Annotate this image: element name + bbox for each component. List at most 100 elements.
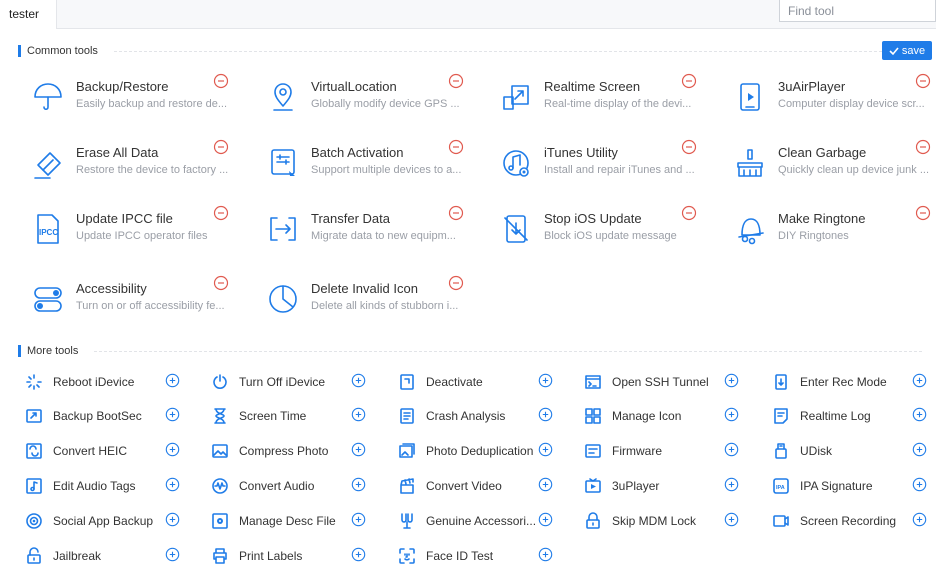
add-icon[interactable] <box>165 547 180 562</box>
more-tool-item[interactable]: Convert Video <box>398 476 580 496</box>
add-icon[interactable] <box>724 407 739 422</box>
remove-icon[interactable] <box>213 275 229 291</box>
add-icon[interactable] <box>724 373 739 388</box>
common-tool-item[interactable]: Transfer Data Migrate data to new equipm.… <box>265 205 495 261</box>
add-icon[interactable] <box>538 373 553 388</box>
more-tool-item[interactable]: IPA IPA Signature <box>772 476 936 496</box>
save-button[interactable]: save <box>882 41 932 60</box>
tab-tester[interactable]: tester <box>0 0 57 29</box>
more-tool-item[interactable]: Compress Photo <box>211 441 393 461</box>
more-tool-item[interactable]: Convert Audio <box>211 476 393 496</box>
add-icon[interactable] <box>538 512 553 527</box>
add-icon[interactable] <box>351 407 366 422</box>
tool-description: DIY Ringtones <box>778 230 849 242</box>
more-tool-item[interactable]: UDisk <box>772 441 936 461</box>
more-tool-item[interactable]: Convert HEIC <box>25 441 207 461</box>
more-tool-item[interactable]: Enter Rec Mode <box>772 372 936 392</box>
remove-icon[interactable] <box>915 139 931 155</box>
remove-icon[interactable] <box>448 205 464 221</box>
more-tool-item[interactable]: Turn Off iDevice <box>211 372 393 392</box>
more-tool-item[interactable]: Skip MDM Lock <box>584 511 766 531</box>
tool-name: Screen Time <box>239 409 307 423</box>
more-tool-item[interactable]: Backup BootSec <box>25 406 207 426</box>
add-icon[interactable] <box>165 373 180 388</box>
more-tool-item[interactable]: Face ID Test <box>398 546 580 566</box>
more-tool-item[interactable]: Social App Backup <box>25 511 207 531</box>
remove-icon[interactable] <box>448 73 464 89</box>
more-tool-item[interactable]: Screen Time <box>211 406 393 426</box>
add-icon[interactable] <box>538 547 553 562</box>
bootsec-icon <box>25 407 43 425</box>
common-tool-item[interactable]: Erase All Data Restore the device to fact… <box>30 139 260 195</box>
tool-name: 3uAirPlayer <box>778 79 846 94</box>
add-icon[interactable] <box>724 512 739 527</box>
add-icon[interactable] <box>912 477 927 492</box>
more-tool-item[interactable]: Realtime Log <box>772 406 936 426</box>
common-tool-item[interactable]: VirtualLocation Globally modify device GP… <box>265 73 495 129</box>
add-icon[interactable] <box>351 477 366 492</box>
remove-icon[interactable] <box>448 275 464 291</box>
more-tool-item[interactable]: Jailbreak <box>25 546 207 566</box>
add-icon[interactable] <box>165 407 180 422</box>
more-tool-item[interactable]: Manage Icon <box>584 406 766 426</box>
add-icon[interactable] <box>724 477 739 492</box>
tool-description: Block iOS update message <box>544 230 677 242</box>
itunes-icon <box>498 145 534 181</box>
add-icon[interactable] <box>351 512 366 527</box>
umbrella-icon <box>30 79 66 115</box>
remove-icon[interactable] <box>448 139 464 155</box>
remove-icon[interactable] <box>213 73 229 89</box>
add-icon[interactable] <box>912 373 927 388</box>
common-tool-item[interactable]: Delete Invalid Icon Delete all kinds of s… <box>265 275 495 331</box>
remove-icon[interactable] <box>213 139 229 155</box>
more-tool-item[interactable]: Photo Deduplication <box>398 441 580 461</box>
common-tool-item[interactable]: IPCC Update IPCC file Update IPCC operator… <box>30 205 260 261</box>
tool-name: Backup BootSec <box>53 409 142 423</box>
common-tool-item[interactable]: 3uAirPlayer Computer display device scr..… <box>732 73 936 129</box>
more-tool-item[interactable]: Crash Analysis <box>398 406 580 426</box>
more-tool-item[interactable]: Deactivate <box>398 372 580 392</box>
more-tool-item[interactable]: 3uPlayer <box>584 476 766 496</box>
add-icon[interactable] <box>351 373 366 388</box>
common-tool-item[interactable]: Batch Activation Support multiple devices… <box>265 139 495 195</box>
more-tool-item[interactable]: Print Labels <box>211 546 393 566</box>
tool-name: Convert HEIC <box>53 444 128 458</box>
add-icon[interactable] <box>351 442 366 457</box>
common-tool-item[interactable]: Make Ringtone DIY Ringtones <box>732 205 936 261</box>
more-tool-item[interactable]: Firmware <box>584 441 766 461</box>
eraser-icon <box>30 145 66 181</box>
common-tool-item[interactable]: Stop iOS Update Block iOS update message <box>498 205 728 261</box>
add-icon[interactable] <box>912 512 927 527</box>
tool-name: Accessibility <box>76 281 147 296</box>
more-tool-item[interactable]: Genuine Accessori... <box>398 511 580 531</box>
add-icon[interactable] <box>724 442 739 457</box>
add-icon[interactable] <box>351 547 366 562</box>
add-icon[interactable] <box>165 477 180 492</box>
remove-icon[interactable] <box>681 205 697 221</box>
more-tool-item[interactable]: Screen Recording <box>772 511 936 531</box>
common-tool-item[interactable]: Accessibility Turn on or off accessibilit… <box>30 275 260 331</box>
remove-icon[interactable] <box>681 139 697 155</box>
add-icon[interactable] <box>538 477 553 492</box>
common-tool-item[interactable]: iTunes Utility Install and repair iTunes … <box>498 139 728 195</box>
more-tool-item[interactable]: Reboot iDevice <box>25 372 207 392</box>
common-tool-item[interactable]: Clean Garbage Quickly clean up device jun… <box>732 139 936 195</box>
add-icon[interactable] <box>538 442 553 457</box>
power-icon <box>211 373 229 391</box>
add-icon[interactable] <box>912 442 927 457</box>
add-icon[interactable] <box>165 442 180 457</box>
common-tool-item[interactable]: Backup/Restore Easily backup and restore … <box>30 73 260 129</box>
remove-icon[interactable] <box>915 205 931 221</box>
tool-name: Compress Photo <box>239 444 329 458</box>
more-tool-item[interactable]: Open SSH Tunnel <box>584 372 766 392</box>
common-tool-item[interactable]: Realtime Screen Real-time display of the … <box>498 73 728 129</box>
more-tool-item[interactable]: Edit Audio Tags <box>25 476 207 496</box>
remove-icon[interactable] <box>213 205 229 221</box>
more-tool-item[interactable]: Manage Desc File <box>211 511 393 531</box>
add-icon[interactable] <box>165 512 180 527</box>
remove-icon[interactable] <box>915 73 931 89</box>
search-input[interactable] <box>779 0 936 22</box>
add-icon[interactable] <box>538 407 553 422</box>
add-icon[interactable] <box>912 407 927 422</box>
remove-icon[interactable] <box>681 73 697 89</box>
